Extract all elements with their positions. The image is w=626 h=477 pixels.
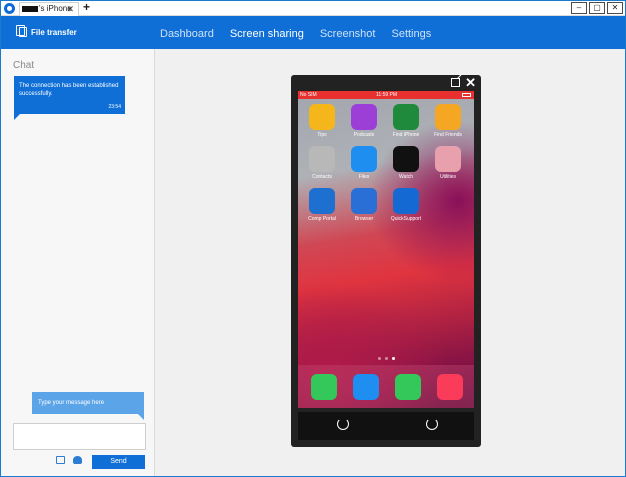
watch-icon (393, 146, 419, 172)
app-window: 's iPhone ✕ + ‒ ▢ ✕ File transfer Dashbo… (0, 0, 626, 477)
rotate-left-icon[interactable] (337, 418, 349, 430)
app-label: QuickSupport (390, 216, 422, 222)
battery-icon (462, 93, 471, 97)
app-quicksupport[interactable]: QuickSupport (386, 188, 426, 222)
app-label: Files (358, 174, 370, 180)
tab-close-icon[interactable]: ✕ (66, 3, 74, 15)
tab-settings[interactable]: Settings (391, 28, 431, 40)
app-contacts[interactable]: Contacts (302, 146, 342, 180)
teamviewer-logo-icon (4, 3, 15, 14)
messages-icon[interactable] (395, 374, 421, 400)
page-dot (378, 357, 381, 360)
minimize-button[interactable]: ‒ (571, 2, 587, 14)
close-button[interactable]: ✕ (607, 2, 623, 14)
carrier-status: No SIM (300, 92, 317, 98)
file-transfer-icon (16, 25, 27, 37)
chat-message: The connection has been established succ… (14, 76, 125, 120)
page-dot-active (392, 357, 395, 360)
status-time: 11:59 PM (376, 92, 398, 98)
music-icon[interactable] (437, 374, 463, 400)
app-label: Watch (399, 174, 413, 180)
main-toolbar: File transfer Dashboard Screen sharing S… (1, 16, 625, 49)
send-button[interactable]: Send (92, 455, 145, 469)
phone-icon[interactable] (311, 374, 337, 400)
app-label: Find iPhone (392, 132, 420, 138)
phone-controls (298, 412, 474, 440)
app-files[interactable]: Files (344, 146, 384, 180)
comp-portal-icon (309, 188, 335, 214)
screen-sharing-area: ✕ No SIM 11:59 PM Tips Podcasts Find iPhon… (156, 49, 625, 476)
app-label: Comp Portal (308, 216, 336, 222)
notification-icon[interactable] (73, 456, 82, 464)
tab-screenshot[interactable]: Screenshot (320, 28, 376, 40)
page-dots (378, 357, 395, 360)
page-dot (385, 357, 388, 360)
find-iphone-icon (393, 104, 419, 130)
message-hint: Type your message here (32, 392, 144, 420)
app-browser[interactable]: Browser (344, 188, 384, 222)
chat-message-text: The connection has been established succ… (19, 83, 119, 97)
app-find-friends[interactable]: Find Friends (428, 104, 468, 138)
app-label: Find Friends (434, 132, 462, 138)
rotate-right-icon[interactable] (426, 418, 438, 430)
chat-title: Chat (13, 60, 35, 71)
phone-screen[interactable]: No SIM 11:59 PM Tips Podcasts Find iPhone F… (298, 91, 474, 408)
chat-message-time: 23:54 (108, 104, 121, 110)
file-transfer-button[interactable]: File transfer (16, 25, 77, 37)
close-screen-icon[interactable]: ✕ (465, 75, 476, 91)
app-label: Contacts (312, 174, 332, 180)
message-input[interactable] (13, 423, 146, 450)
app-comp-portal[interactable]: Comp Portal (302, 188, 342, 222)
redacted-name (22, 6, 38, 12)
phone-header: ✕ (291, 75, 481, 91)
app-label: Utilities (439, 174, 457, 180)
maximize-button[interactable]: ▢ (589, 2, 605, 14)
phone-frame: ✕ No SIM 11:59 PM Tips Podcasts Find iPhon… (291, 75, 481, 447)
quicksupport-icon (393, 188, 419, 214)
add-tab-button[interactable]: + (83, 1, 90, 14)
contacts-icon (309, 146, 335, 172)
app-utilities[interactable]: Utilities (428, 146, 468, 180)
status-bar: No SIM 11:59 PM (298, 91, 474, 99)
app-podcasts[interactable]: Podcasts (344, 104, 384, 138)
attach-file-icon[interactable] (56, 456, 65, 464)
app-label: Browser (354, 216, 374, 222)
file-transfer-label: File transfer (31, 27, 77, 37)
nav-tabs: Dashboard Screen sharing Screenshot Sett… (160, 28, 431, 40)
tab-dashboard[interactable]: Dashboard (160, 28, 214, 40)
files-icon (351, 146, 377, 172)
tab-screen-sharing[interactable]: Screen sharing (230, 28, 304, 40)
app-label: Tips (317, 132, 327, 138)
find-friends-icon (435, 104, 461, 130)
app-find-iphone[interactable]: Find iPhone (386, 104, 426, 138)
pop-out-icon[interactable] (451, 78, 460, 87)
podcasts-icon (351, 104, 377, 130)
browser-icon (351, 188, 377, 214)
window-controls: ‒ ▢ ✕ (571, 2, 623, 14)
utilities-icon (435, 146, 461, 172)
tab-strip: 's iPhone ✕ + ‒ ▢ ✕ (1, 1, 625, 16)
tips-icon (309, 104, 335, 130)
app-label: Podcasts (353, 132, 375, 138)
chat-panel: Chat The connection has been established… (1, 49, 155, 476)
safari-icon[interactable] (353, 374, 379, 400)
session-tab[interactable]: 's iPhone ✕ (19, 2, 79, 16)
app-tips[interactable]: Tips (302, 104, 342, 138)
app-dock (298, 365, 474, 408)
app-watch[interactable]: Watch (386, 146, 426, 180)
